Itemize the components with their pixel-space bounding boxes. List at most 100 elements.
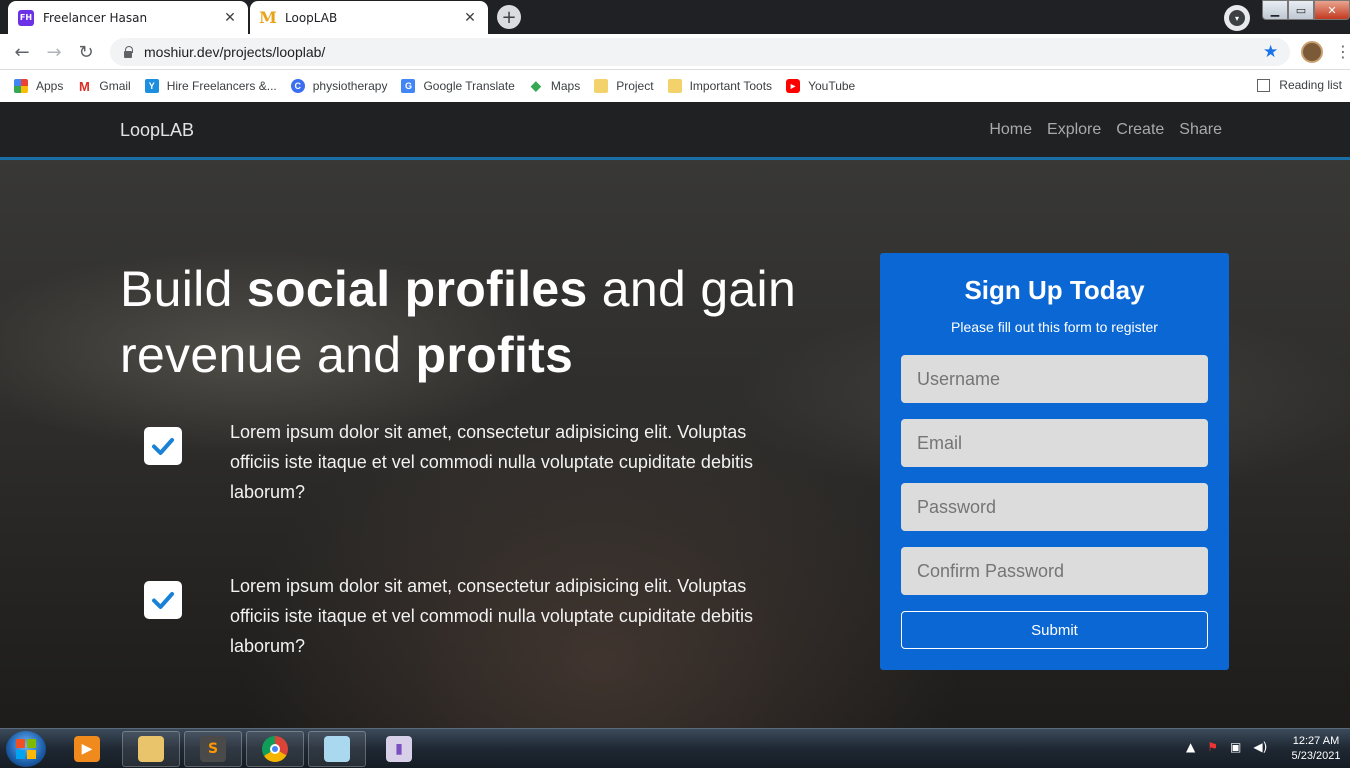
submit-button[interactable]: Submit [901,611,1208,649]
chrome-icon [262,736,288,762]
tab-title: LoopLAB [285,10,338,25]
bookmark-project[interactable]: Project [594,79,654,93]
apps-grid-icon [14,79,28,93]
bookmark-google-translate[interactable]: G Google Translate [401,79,515,93]
browser-toolbar: ← → ↻ moshiur.dev/projects/looplab/ ★ ⋮ [0,34,1350,70]
notepad-icon [324,736,350,762]
bookmark-label: Apps [36,79,64,93]
network-icon[interactable]: ▣ [1230,740,1241,754]
bookmark-gmail[interactable]: M Gmail [77,78,131,94]
close-icon[interactable]: ✕ [222,10,238,26]
nav-link-create[interactable]: Create [1116,121,1164,139]
signup-subtitle: Please fill out this form to register [951,319,1158,335]
gmail-m-favicon-icon: M [259,8,277,27]
reload-icon[interactable]: ↻ [74,40,98,64]
bookmark-maps[interactable]: ◆ Maps [529,78,581,93]
tray-expand-icon[interactable]: ▲ [1186,740,1195,754]
password-field[interactable] [901,483,1208,531]
lock-icon [122,46,134,58]
looplab-page: LoopLAB Home Explore Create Share Build … [0,102,1350,728]
folder-icon [667,79,682,93]
clock-date: 5/23/2021 [1291,750,1341,762]
feature-text: Lorem ipsum dolor sit amet, consectetur … [230,576,753,656]
windows-taskbar: ▶ S ▮ ▲ ⚑ ▣ ◀) 12:27 AM 5/23/2021 [0,728,1350,768]
url-text: moshiur.dev/projects/looplab/ [144,44,326,60]
gmail-icon: M [78,78,90,94]
bookmark-important-toots[interactable]: Important Toots [667,79,773,93]
sublime-text-icon: S [200,736,226,762]
taskbar-media-player[interactable]: ▶ [58,731,116,767]
bookmark-apps[interactable]: Apps [14,79,63,93]
close-icon[interactable]: ✕ [462,10,478,26]
google-translate-icon: G [401,79,416,93]
media-player-icon: ▶ [74,736,100,762]
bookmark-label: Maps [550,79,581,93]
taskbar-sublime-text[interactable]: S [184,731,242,767]
bookmark-star-icon[interactable]: ★ [1263,42,1278,62]
freelancer-icon: Y [144,79,159,93]
window-minimize-button[interactable]: ▁ [1262,0,1288,20]
system-clock[interactable]: 12:27 AM 5/23/2021 [1288,734,1344,764]
hero-text-bold: social profiles [246,261,588,317]
reading-list-button[interactable]: Reading list [1257,78,1342,92]
bookmark-label: Project [616,79,654,93]
back-arrow-icon[interactable]: ← [10,40,34,64]
hero-text-part: Build [120,261,247,317]
username-field[interactable] [901,355,1208,403]
bookmark-hire-freelancers[interactable]: Y Hire Freelancers &... [144,79,277,93]
bookmark-label: Important Toots [689,79,773,93]
checkmark-icon [144,581,182,619]
feature-text: Lorem ipsum dolor sit amet, consectetur … [230,422,753,502]
clock-time: 12:27 AM [1292,735,1340,747]
freelancer-hasan-favicon-icon: FH [18,9,34,26]
tab-search-button[interactable]: ▾ [1224,5,1250,31]
signup-card: Sign Up Today Please fill out this form … [880,253,1229,670]
tab-freelancer-hasan[interactable]: FH Freelancer Hasan ✕ [8,1,248,34]
hero-text-bold: profits [415,327,574,383]
physiotherapy-icon: C [290,79,305,93]
browser-tab-strip: FH Freelancer Hasan ✕ M LoopLAB ✕ + ▾ ▁ … [0,0,1350,34]
new-tab-button[interactable]: + [497,5,521,29]
reading-list-icon [1257,78,1271,92]
checkmark-icon [144,427,182,465]
action-center-flag-icon[interactable]: ⚑ [1207,740,1218,754]
folder-icon [594,79,609,93]
signup-title: Sign Up Today [964,275,1145,305]
site-nav-links: Home Explore Create Share [974,121,1222,139]
nav-link-home[interactable]: Home [989,121,1032,139]
site-brand[interactable]: LoopLAB [120,120,194,141]
bookmark-youtube[interactable]: ▶ YouTube [786,79,855,93]
bookmark-physiotherapy[interactable]: C physiotherapy [290,79,388,93]
bookmark-label: Google Translate [423,79,515,93]
site-navbar: LoopLAB Home Explore Create Share [0,102,1350,160]
confirm-password-field[interactable] [901,547,1208,595]
reading-list-label: Reading list [1279,78,1342,92]
bookmark-label: YouTube [808,79,856,93]
window-maximize-button[interactable]: ▭ [1288,0,1314,20]
nav-link-share[interactable]: Share [1179,121,1222,139]
forward-arrow-icon[interactable]: → [42,40,66,64]
window-close-button[interactable]: ✕ [1314,0,1350,20]
bookmarks-bar: Apps M Gmail Y Hire Freelancers &... C p… [0,70,1350,102]
address-bar[interactable]: moshiur.dev/projects/looplab/ [110,38,1290,66]
folder-icon [138,736,164,762]
taskbar-file-explorer[interactable] [122,731,180,767]
menu-kebab-icon[interactable]: ⋮ [1335,42,1350,61]
taskbar-notepad[interactable] [308,731,366,767]
profile-avatar[interactable] [1301,41,1323,63]
start-button[interactable] [6,731,46,767]
bookmark-label: physiotherapy [312,79,388,93]
nav-link-explore[interactable]: Explore [1047,121,1101,139]
volume-icon[interactable]: ◀) [1253,740,1267,754]
chevron-down-icon: ▾ [1229,10,1245,26]
taskbar-chrome[interactable] [246,731,304,767]
windows-logo-icon [16,739,36,759]
bookmark-label: Gmail [99,79,131,93]
email-field[interactable] [901,419,1208,467]
candle-app-icon: ▮ [386,736,412,762]
system-tray: ▲ ⚑ ▣ ◀) [1186,740,1279,754]
maps-pin-icon: ◆ [530,78,541,93]
hero-heading: Build social profiles and gain revenue a… [120,256,860,388]
taskbar-app[interactable]: ▮ [370,731,428,767]
tab-looplab[interactable]: M LoopLAB ✕ [250,1,488,34]
